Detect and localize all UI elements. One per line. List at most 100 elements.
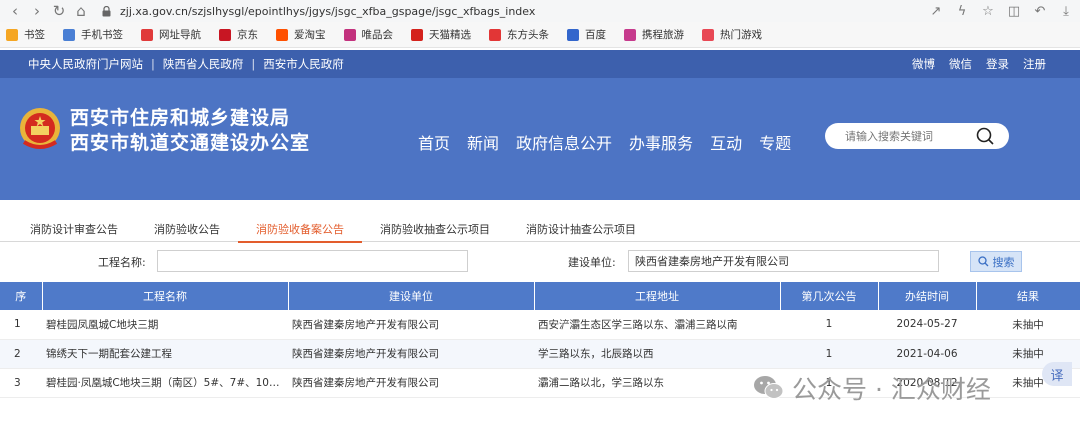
construction-unit-input[interactable] (628, 250, 939, 272)
tab-item[interactable]: 消防验收抽查公示项目 (362, 216, 508, 242)
national-emblem-icon (20, 108, 60, 149)
bookmark-icon (63, 28, 75, 41)
bookmark-label: 唯品会 (361, 29, 394, 41)
lightning-icon[interactable]: ϟ (952, 4, 972, 19)
bookmark-item[interactable]: 手机书签 (63, 27, 123, 42)
table-header-row: 序工程名称 建设单位 工程地址 第几次公告 办结时间 结果 (0, 282, 1080, 310)
url-field[interactable]: zjj.xa.gov.cn/szjslhysgl/epointlhys/jgys… (100, 2, 860, 20)
top-link[interactable]: 西安市人民政府 (263, 56, 344, 72)
top-right-link[interactable]: 微信 (949, 56, 972, 72)
bookmark-item[interactable]: 百度 (567, 27, 606, 42)
top-link-separator: | (151, 57, 155, 71)
site-search-box (825, 123, 1009, 149)
table-row[interactable]: 2 锦绣天下一期配套公建工程 陕西省建秦房地产开发有限公司 学三路以东，北辰路以西 1 2… (0, 339, 1080, 369)
bookmark-icon (276, 28, 288, 41)
bookmark-icon (489, 28, 501, 41)
bookmark-icon (702, 28, 714, 41)
top-right-link[interactable]: 注册 (1023, 56, 1046, 72)
url-text: zjj.xa.gov.cn/szjslhysgl/epointlhys/jgys… (120, 4, 536, 18)
table-header-cell: 建设单位 (288, 282, 535, 310)
table-header-cell: 办结时间 (878, 282, 977, 310)
main-nav-item[interactable]: 专题 (759, 130, 791, 154)
top-link[interactable]: 陕西省人民政府 (163, 56, 244, 72)
bookmark-item[interactable]: 唯品会 (343, 27, 394, 42)
wechat-icon (754, 376, 784, 399)
bookmark-item[interactable]: 东方头条 (489, 27, 549, 42)
bookmark-label: 百度 (585, 29, 606, 41)
bookmarks-bar: 书签 手机书签 网址导航 京东 爱淘宝 唯品会 天猫精选 东方头条 百度 携程旅游 热门游戏 (0, 22, 1080, 48)
search-icon[interactable] (975, 126, 995, 146)
bookmark-label: 爱淘宝 (294, 29, 326, 41)
bookmark-icon (624, 28, 636, 41)
tab-item[interactable]: 消防验收备案公告 (238, 216, 362, 243)
table-cell: 1 (780, 339, 878, 369)
table-cell: 2 (0, 339, 42, 369)
bookmark-icon (567, 28, 579, 41)
forward-icon[interactable]: › (26, 0, 48, 22)
table-cell: 未抽中 (976, 310, 1080, 340)
home-icon[interactable]: ⌂ (70, 0, 92, 22)
bookmark-icon (343, 28, 356, 41)
org-title: 西安市住房和城乡建设局 西安市轨道交通建设办公室 (70, 106, 310, 156)
lock-icon (100, 5, 112, 17)
bookmark-label: 天猫精选 (429, 29, 471, 41)
main-nav-item[interactable]: 互动 (710, 130, 742, 154)
table-header-cell: 工程名称 (42, 282, 289, 310)
project-name-input[interactable] (157, 250, 468, 272)
download-icon[interactable]: ⤓ (1056, 4, 1076, 19)
watermark-text: 公众号 · 汇众财经 (792, 375, 991, 404)
watermark: 公众号 · 汇众财经 (752, 370, 991, 406)
table-cell: 1 (780, 310, 878, 340)
bookmark-item[interactable]: 携程旅游 (624, 27, 684, 42)
reload-icon[interactable]: ↻ (48, 0, 70, 22)
main-nav-item[interactable]: 政府信息公开 (516, 130, 612, 154)
star-icon[interactable]: ☆ (978, 4, 998, 19)
org-title-line2: 西安市轨道交通建设办公室 (70, 132, 311, 154)
table-cell: 陕西省建秦房地产开发有限公司 (288, 368, 534, 398)
org-title-line1: 西安市住房和城乡建设局 (70, 107, 291, 129)
share-icon[interactable]: ↗ (926, 4, 946, 19)
top-link[interactable]: 中央人民政府门户网站 (28, 56, 143, 72)
bookmark-label: 热门游戏 (720, 29, 762, 41)
main-nav-item[interactable]: 首页 (418, 130, 450, 154)
table-cell: 陕西省建秦房地产开发有限公司 (288, 310, 534, 340)
table-row[interactable]: 1 碧桂园凤凰城C地块三期 陕西省建秦房地产开发有限公司 西安浐灞生态区学三路以东、灞… (0, 310, 1080, 340)
bookmark-item[interactable]: 网址导航 (141, 27, 201, 42)
table-cell: 西安浐灞生态区学三路以东、灞浦三路以南 (534, 310, 780, 340)
table-cell: 3 (0, 368, 42, 398)
browser-address-bar: ‹ › ↻ ⌂ zjj.xa.gov.cn/szjslhysgl/epointl… (0, 0, 1080, 22)
translate-button[interactable]: 译 (1042, 362, 1072, 386)
bookmark-icon (411, 28, 423, 41)
search-button[interactable]: 搜索 (970, 251, 1022, 272)
main-nav-item[interactable]: 新闻 (467, 130, 499, 154)
table-cell: 碧桂园·凤凰城C地块三期（南区）5#、7#、10#、... (42, 368, 288, 398)
site-search-input[interactable] (845, 129, 975, 143)
bookmark-icon (6, 28, 18, 41)
top-right-link[interactable]: 登录 (986, 56, 1009, 72)
table-cell: 2024-05-27 (878, 310, 976, 340)
table-cell: 陕西省建秦房地产开发有限公司 (288, 339, 534, 369)
bookmark-label: 书签 (24, 29, 45, 41)
bookmark-item[interactable]: 天猫精选 (411, 27, 471, 42)
tab-item[interactable]: 消防验收公告 (136, 216, 238, 242)
bookmark-item[interactable]: 书签 (6, 27, 45, 42)
table-header-cell: 工程地址 (534, 282, 781, 310)
undo-icon[interactable]: ↶ (1030, 4, 1050, 19)
main-nav-item[interactable]: 办事服务 (629, 130, 693, 154)
table-header-cell: 第几次公告 (780, 282, 879, 310)
extensions-icon[interactable]: ◫ (1004, 4, 1024, 19)
bookmark-label: 手机书签 (81, 29, 123, 41)
site-header: 中央人民政府门户网站 | 陕西省人民政府 | 西安市人民政府 微博 微信 登录 注册 西安市住… (0, 50, 1080, 200)
bookmark-label: 携程旅游 (642, 29, 684, 41)
construction-unit-label: 建设单位: (568, 256, 616, 269)
bookmark-item[interactable]: 热门游戏 (702, 27, 762, 42)
back-icon[interactable]: ‹ (4, 0, 26, 22)
tab-item[interactable]: 消防设计抽查公示项目 (508, 216, 654, 242)
bookmark-label: 东方头条 (507, 29, 549, 41)
top-right-link[interactable]: 微博 (912, 56, 935, 72)
table-cell: 2021-04-06 (878, 339, 976, 369)
bookmark-item[interactable]: 京东 (219, 27, 258, 42)
bookmark-item[interactable]: 爱淘宝 (276, 27, 326, 42)
bookmark-label: 京东 (237, 29, 258, 41)
tab-item[interactable]: 消防设计审查公告 (12, 216, 136, 242)
